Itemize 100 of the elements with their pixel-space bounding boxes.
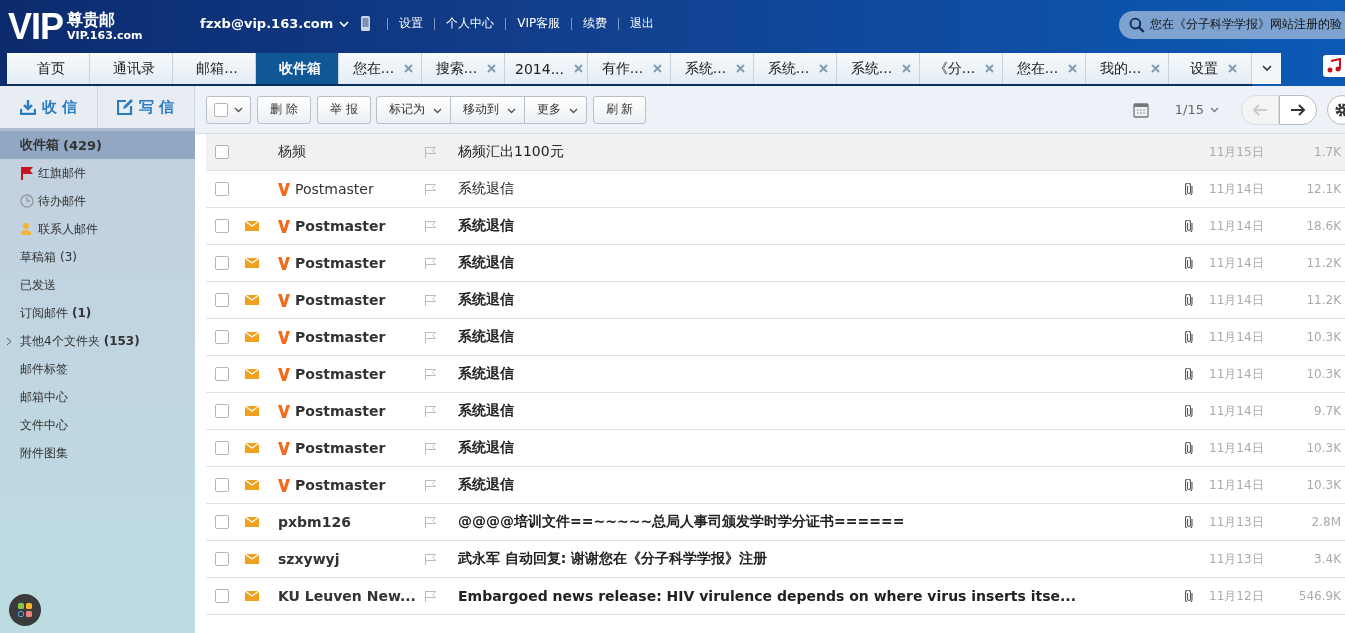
folder-label[interactable]: 草稿箱 <box>20 248 56 266</box>
search-field[interactable]: 您在《分子科学学报》网站注册的验 <box>1119 10 1345 39</box>
tab-label[interactable]: 搜索... <box>435 59 478 78</box>
flag-icon[interactable] <box>424 590 437 602</box>
tab[interactable]: 2014... <box>505 53 588 84</box>
tab-label[interactable]: 设置 <box>1189 59 1218 78</box>
tab[interactable]: 系统... <box>837 53 920 84</box>
close-icon[interactable] <box>985 64 995 73</box>
tab[interactable]: 首页 <box>7 53 90 84</box>
tab-label[interactable]: 首页 <box>37 59 65 78</box>
close-icon[interactable] <box>487 64 497 73</box>
folder-label[interactable]: 待办邮件 <box>38 192 86 210</box>
tab-label[interactable]: 2014... <box>515 60 564 77</box>
tab-label[interactable]: 有作... <box>601 59 644 78</box>
tab-label[interactable]: 收件箱 <box>279 59 321 78</box>
tab[interactable]: 您在... <box>1003 53 1086 84</box>
tab-label[interactable]: 通讯录 <box>113 59 155 78</box>
apps-button[interactable] <box>9 594 41 626</box>
toolbar-button[interactable]: 举 报 <box>316 95 371 124</box>
checkbox[interactable] <box>215 589 229 603</box>
folder-label[interactable]: 文件中心 <box>20 416 68 434</box>
flag-icon[interactable] <box>424 405 437 417</box>
close-icon[interactable] <box>1151 64 1161 73</box>
close-icon[interactable] <box>1227 64 1237 73</box>
tab[interactable]: 系统... <box>754 53 837 84</box>
tab-label[interactable]: 《分... <box>933 59 976 78</box>
tab[interactable]: 有作... <box>588 53 671 84</box>
tab[interactable]: 邮箱... <box>173 53 256 84</box>
phone-icon[interactable] <box>361 16 371 31</box>
folder-item[interactable]: 其他4个文件夹 (153) <box>0 327 195 355</box>
receive-button[interactable]: 收 信 <box>0 86 98 128</box>
folder-label[interactable]: 其他4个文件夹 <box>20 332 100 350</box>
folder-item[interactable]: 联系人邮件 <box>0 215 195 243</box>
folder-item[interactable]: 邮件标签 <box>0 355 195 383</box>
close-icon[interactable] <box>1068 64 1078 73</box>
header-link[interactable]: 续费 <box>583 15 608 32</box>
page-selector[interactable]: 1/15 <box>1174 102 1204 117</box>
header-link[interactable]: 个人中心 <box>446 15 495 32</box>
select-all-button[interactable] <box>206 95 251 124</box>
close-icon[interactable] <box>736 64 746 73</box>
tab-label[interactable]: 邮箱... <box>196 59 238 78</box>
folder-label[interactable]: 附件图集 <box>20 444 68 462</box>
flag-icon[interactable] <box>424 516 437 528</box>
toolbar-dropdown[interactable]: 移动到 <box>449 95 525 124</box>
header-link[interactable]: 退出 <box>630 15 655 32</box>
folder-item[interactable]: 草稿箱 (3) <box>0 243 195 271</box>
checkbox[interactable] <box>214 102 228 117</box>
refresh-button[interactable]: 刷 新 <box>592 95 647 124</box>
tab[interactable]: 我的... <box>1086 53 1169 84</box>
folder-item[interactable]: 附件图集 <box>0 439 195 467</box>
tab[interactable]: 搜索... <box>422 53 505 84</box>
flag-icon[interactable] <box>424 331 437 343</box>
tab-label[interactable]: 我的... <box>1099 59 1142 78</box>
tab-label[interactable]: 系统... <box>767 59 810 78</box>
message-row[interactable]: 杨频 杨频汇出1100元 11月15日 1.7K <box>206 134 1345 171</box>
checkbox[interactable] <box>215 478 229 492</box>
flag-icon[interactable] <box>424 220 437 232</box>
next-page-button[interactable] <box>1279 94 1317 125</box>
checkbox[interactable] <box>215 552 229 566</box>
tab[interactable]: 您在... <box>339 53 422 84</box>
calendar-icon[interactable] <box>1132 101 1149 118</box>
folder-label[interactable]: 订阅邮件 <box>20 304 68 322</box>
folder-item[interactable]: 待办邮件 <box>0 187 195 215</box>
tab[interactable]: 《分... <box>920 53 1003 84</box>
close-icon[interactable] <box>404 64 414 73</box>
checkbox[interactable] <box>215 330 229 344</box>
music-icon[interactable] <box>1323 55 1345 77</box>
close-icon[interactable] <box>902 64 912 73</box>
header-link[interactable]: 设置 <box>399 15 424 32</box>
folder-item[interactable]: 已发送 <box>0 271 195 299</box>
tab-label[interactable]: 系统... <box>850 59 893 78</box>
flag-icon[interactable] <box>424 294 437 306</box>
checkbox[interactable] <box>215 256 229 270</box>
account-menu[interactable]: fzxb@vip.163.com <box>200 16 334 31</box>
folder-item[interactable]: 邮箱中心 <box>0 383 195 411</box>
toolbar-button[interactable]: 删 除 <box>257 95 311 124</box>
flag-icon[interactable] <box>424 553 437 565</box>
checkbox[interactable] <box>215 441 229 455</box>
tab-label[interactable]: 您在... <box>1016 59 1059 78</box>
tab[interactable]: 设置 <box>1169 53 1252 84</box>
checkbox[interactable] <box>215 404 229 418</box>
folder-label[interactable]: 邮件标签 <box>20 360 68 378</box>
folder-label[interactable]: 收件箱 <box>20 136 59 154</box>
close-icon[interactable] <box>653 64 663 73</box>
tab[interactable]: 通讯录 <box>90 53 173 84</box>
folder-item[interactable]: 收件箱 (429) <box>0 131 195 159</box>
expand-icon[interactable] <box>6 337 12 346</box>
folder-item[interactable]: 文件中心 <box>0 411 195 439</box>
flag-icon[interactable] <box>424 479 437 491</box>
tab-label[interactable]: 系统... <box>684 59 727 78</box>
checkbox[interactable] <box>215 219 229 233</box>
toolbar-dropdown[interactable]: 标记为 <box>375 95 451 124</box>
header-link[interactable]: VIP客服 <box>517 15 561 32</box>
flag-icon[interactable] <box>424 183 437 195</box>
close-icon[interactable] <box>819 64 829 73</box>
folder-label[interactable]: 联系人邮件 <box>38 220 98 238</box>
checkbox[interactable] <box>215 293 229 307</box>
checkbox[interactable] <box>215 367 229 381</box>
folder-label[interactable]: 红旗邮件 <box>38 164 86 182</box>
flag-icon[interactable] <box>424 442 437 454</box>
